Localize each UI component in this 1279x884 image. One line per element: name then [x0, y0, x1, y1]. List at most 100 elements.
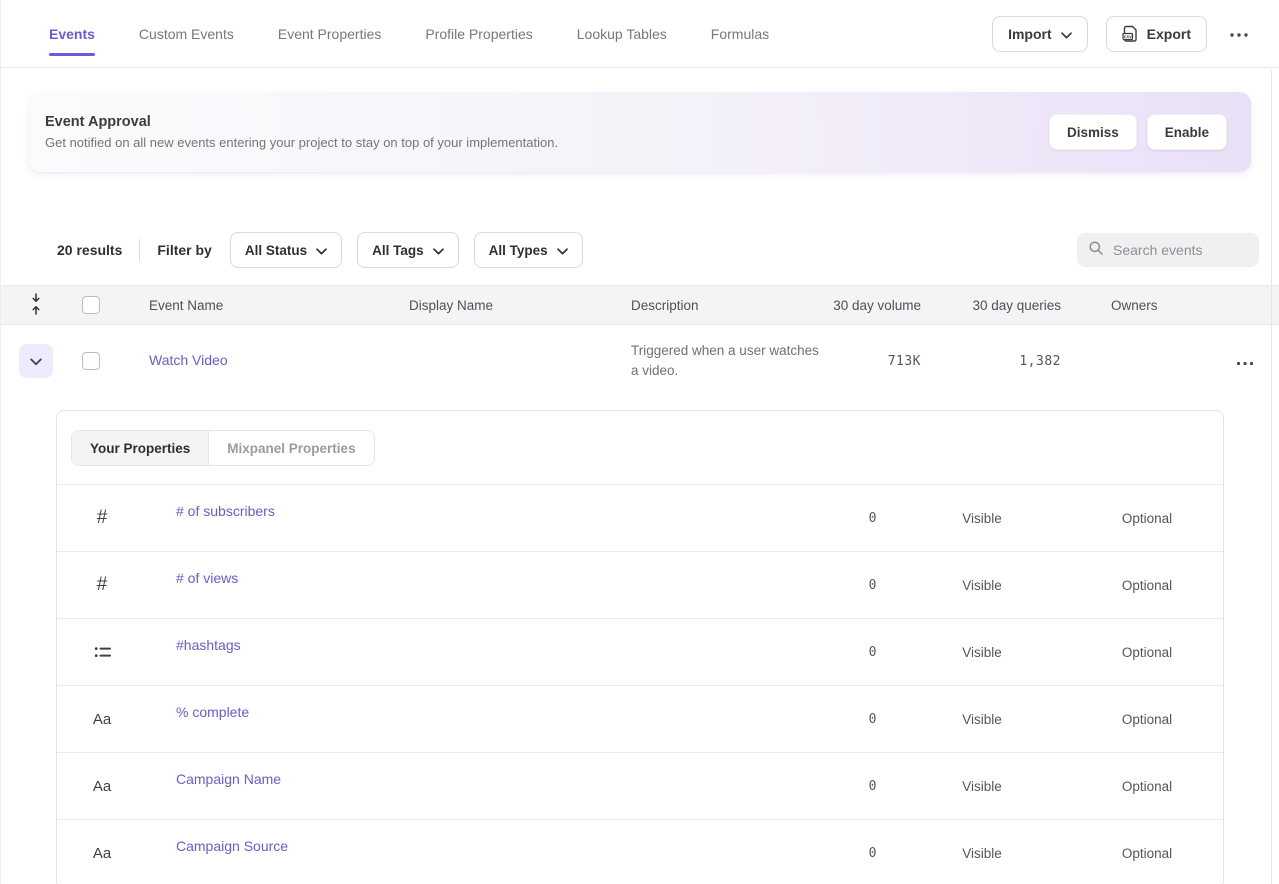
tab-formulas[interactable]: Formulas — [711, 0, 769, 67]
property-name-link[interactable]: Campaign Source — [176, 838, 288, 854]
property-name-cell: # of subscribers — [176, 503, 787, 519]
property-name-cell: Campaign Name — [176, 771, 787, 787]
top-nav-bar: Events Custom Events Event Properties Pr… — [1, 0, 1279, 68]
chevron-down-icon — [30, 354, 42, 369]
property-name-link[interactable]: # of views — [176, 570, 238, 586]
property-row: # # of subscribers 0 Visible Optional — [57, 485, 1223, 552]
property-requirement: Optional — [1087, 846, 1207, 861]
property-name-link[interactable]: % complete — [176, 704, 249, 720]
row-checkbox[interactable] — [82, 352, 100, 370]
status-filter-dropdown[interactable]: All Status — [230, 232, 342, 268]
tags-filter-dropdown[interactable]: All Tags — [357, 232, 459, 268]
search-icon — [1088, 240, 1104, 261]
event-approval-banner: Event Approval Get notified on all new e… — [29, 92, 1251, 172]
property-count: 0 — [787, 578, 877, 593]
property-count: 0 — [787, 779, 877, 794]
properties-tabs: Your Properties Mixpanel Properties — [71, 430, 375, 466]
dismiss-button[interactable]: Dismiss — [1049, 114, 1137, 150]
collapse-all-button[interactable] — [1, 293, 71, 318]
more-options-button[interactable] — [1225, 20, 1253, 47]
tab-events-label: Events — [49, 26, 95, 42]
vertical-divider — [139, 239, 140, 261]
enable-button[interactable]: Enable — [1147, 114, 1227, 150]
property-name-cell: #hashtags — [176, 637, 787, 653]
search-box[interactable] — [1077, 233, 1259, 267]
property-name-link[interactable]: #hashtags — [176, 637, 241, 653]
tab-event-properties[interactable]: Event Properties — [278, 0, 382, 67]
property-row: Aa % complete 0 Visible Optional — [57, 686, 1223, 753]
export-label: Export — [1147, 26, 1191, 42]
header-30-day-volume: 30 day volume — [822, 298, 921, 313]
description-cell: Triggered when a user watches a video. — [631, 341, 822, 381]
property-name-link[interactable]: Campaign Name — [176, 771, 281, 787]
tab-profile-properties[interactable]: Profile Properties — [425, 0, 532, 67]
property-name-cell: % complete — [176, 704, 787, 720]
banner-description: Get notified on all new events entering … — [45, 135, 558, 150]
tab-lookup-tables[interactable]: Lookup Tables — [577, 0, 667, 67]
property-count: 0 — [787, 712, 877, 727]
text-type-icon: Aa — [84, 711, 120, 728]
lexicon-page: Events Custom Events Event Properties Pr… — [0, 0, 1279, 884]
tab-events[interactable]: Events — [49, 0, 95, 67]
ellipsis-icon — [1236, 354, 1254, 369]
row-actions-cell — [1211, 350, 1279, 373]
ellipsis-icon — [1229, 26, 1249, 41]
header-description: Description — [631, 298, 822, 313]
property-requirement: Optional — [1087, 578, 1207, 593]
types-filter-dropdown[interactable]: All Types — [474, 232, 583, 268]
tab-lookup-tables-label: Lookup Tables — [577, 26, 667, 42]
row-more-options-button[interactable] — [1232, 350, 1258, 373]
select-all-checkbox[interactable] — [82, 296, 100, 314]
select-all-cell — [71, 296, 149, 314]
top-nav-tabs: Events Custom Events Event Properties Pr… — [49, 0, 813, 67]
chevron-down-icon — [1061, 26, 1072, 42]
property-requirement: Optional — [1087, 779, 1207, 794]
property-name-cell: Campaign Source — [176, 838, 787, 854]
property-row: Aa Campaign Source 0 Visible Optional — [57, 820, 1223, 884]
collapse-row-button[interactable] — [19, 344, 53, 378]
search-input[interactable] — [1113, 242, 1243, 258]
events-table-header: Event Name Display Name Description 30 d… — [1, 285, 1279, 325]
banner-text: Event Approval Get notified on all new e… — [45, 114, 558, 150]
chevron-down-icon — [557, 243, 568, 258]
right-divider — [1271, 70, 1272, 884]
tab-your-properties[interactable]: Your Properties — [72, 431, 209, 465]
property-row: Aa Campaign Name 0 Visible Optional — [57, 753, 1223, 820]
banner-title: Event Approval — [45, 114, 558, 130]
csv-file-icon: csv — [1122, 25, 1138, 43]
property-requirement: Optional — [1087, 511, 1207, 526]
property-requirement: Optional — [1087, 645, 1207, 660]
table-row: Watch Video Triggered when a user watche… — [1, 325, 1279, 397]
property-visibility: Visible — [877, 846, 1087, 861]
chevron-down-icon — [433, 243, 444, 258]
filter-by-label: Filter by — [157, 242, 211, 258]
property-count: 0 — [787, 511, 877, 526]
event-name-cell: Watch Video — [149, 352, 409, 370]
hash-icon: # — [84, 574, 120, 596]
property-visibility: Visible — [877, 779, 1087, 794]
import-label: Import — [1008, 26, 1052, 42]
row-select-cell — [71, 352, 149, 370]
tab-custom-events[interactable]: Custom Events — [139, 0, 234, 67]
queries-cell: 1,382 — [921, 354, 1061, 369]
filter-row: 20 results Filter by All Status All Tags… — [57, 232, 1259, 268]
import-button[interactable]: Import — [992, 16, 1088, 52]
property-visibility: Visible — [877, 578, 1087, 593]
hash-icon: # — [84, 507, 120, 529]
chevron-down-icon — [316, 243, 327, 258]
banner-actions: Dismiss Enable — [1049, 114, 1227, 150]
tab-custom-events-label: Custom Events — [139, 26, 234, 42]
property-row: #hashtags 0 Visible Optional — [57, 619, 1223, 686]
tab-mixpanel-properties[interactable]: Mixpanel Properties — [209, 431, 373, 465]
property-name-link[interactable]: # of subscribers — [176, 503, 275, 519]
types-filter-label: All Types — [489, 243, 548, 258]
header-30-day-queries: 30 day queries — [921, 298, 1061, 313]
top-actions: Import csv Export — [992, 16, 1253, 52]
event-name-link[interactable]: Watch Video — [149, 352, 228, 368]
expand-cell — [1, 344, 71, 378]
property-visibility: Visible — [877, 511, 1087, 526]
export-button[interactable]: csv Export — [1106, 16, 1207, 52]
tab-event-properties-label: Event Properties — [278, 26, 382, 42]
results-count: 20 results — [57, 242, 122, 258]
header-display-name: Display Name — [409, 298, 631, 313]
